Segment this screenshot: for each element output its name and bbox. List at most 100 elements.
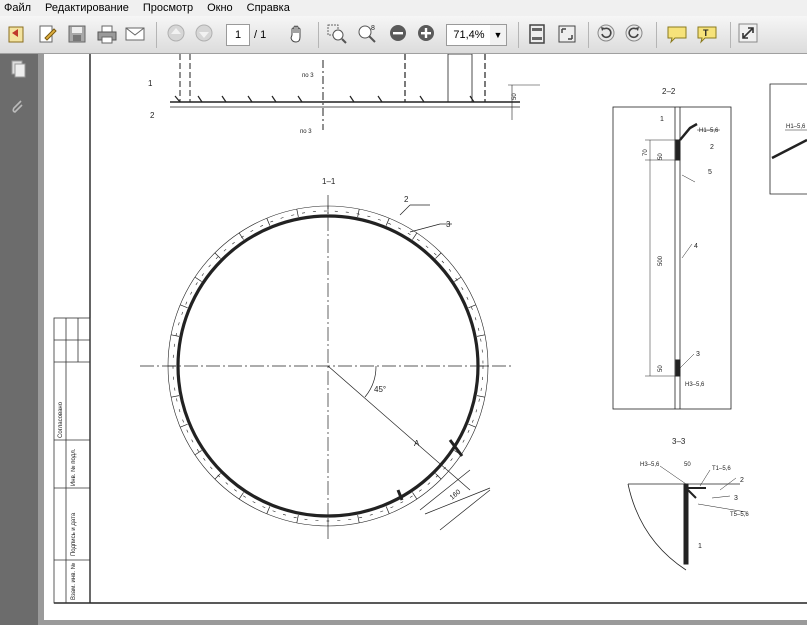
toolbar-separator <box>730 22 731 48</box>
dim-50: 50 <box>658 153 664 160</box>
ring-tick <box>477 334 485 337</box>
ring-tick <box>412 492 418 500</box>
next-page-icon[interactable] <box>194 23 218 47</box>
marquee-zoom-icon[interactable] <box>326 23 350 47</box>
label-5: 5 <box>708 169 712 176</box>
menu-file[interactable]: Файл <box>4 0 31 16</box>
weld-t1: Т1–5,6 <box>712 466 731 472</box>
toolbar: 1 / 1 8 71,4% ▼ T <box>0 16 807 54</box>
section-2-2 <box>612 106 732 410</box>
save-icon[interactable] <box>66 23 90 47</box>
attachments-panel-icon[interactable] <box>9 98 29 118</box>
svg-text:T: T <box>703 28 709 38</box>
toolbar-separator <box>588 22 589 48</box>
toolbar-separator <box>518 22 519 48</box>
label-3: 3 <box>734 495 738 502</box>
ring-tick <box>296 209 299 217</box>
ring-tick <box>477 395 485 398</box>
edit-document-icon[interactable] <box>36 23 60 47</box>
weld-t5: Т5–5,6 <box>730 512 749 518</box>
page-number-input[interactable]: 1 <box>226 24 250 46</box>
toolbar-separator <box>156 22 157 48</box>
menu-bar: Файл Редактирование Просмотр Окно Справк… <box>0 0 807 16</box>
label-3: 3 <box>446 220 451 229</box>
label-1: 1 <box>148 79 153 88</box>
weld-h3: Н3–5,6 <box>640 462 660 468</box>
dim-500: 500 <box>658 255 664 266</box>
stamp-label: Согласовано <box>58 401 64 438</box>
ring-tick <box>214 252 221 259</box>
ring-tick <box>357 515 360 523</box>
dim-50: 50 <box>684 462 691 468</box>
dynamic-zoom-icon[interactable]: 8 <box>356 23 380 47</box>
ring-tick <box>214 473 221 480</box>
section-title-2: 2–2 <box>662 87 676 96</box>
top-fragment <box>170 54 540 130</box>
label-4: 4 <box>694 243 698 250</box>
label-2: 2 <box>740 477 744 484</box>
label-1: 1 <box>698 543 702 550</box>
ring-tick <box>357 209 360 217</box>
weld-note: по 3 <box>302 73 314 79</box>
comment-icon[interactable] <box>666 23 690 47</box>
ring-tick <box>454 276 462 282</box>
dim-50: 50 <box>512 93 518 100</box>
rotate-counterclockwise-icon[interactable] <box>596 23 620 47</box>
dim-a-label: А <box>414 439 420 448</box>
menu-edit[interactable]: Редактирование <box>45 0 129 16</box>
previous-page-icon[interactable] <box>166 23 190 47</box>
text-highlight-icon[interactable]: T <box>696 23 720 47</box>
zoom-out-icon[interactable] <box>388 23 412 47</box>
drawing-page[interactable]: Согласовано Инв. № подл. Подпись и дата … <box>44 54 807 620</box>
weld-note: по 3 <box>300 129 312 135</box>
ring-tick <box>412 232 418 240</box>
ring-section <box>140 195 512 540</box>
technical-drawing: Согласовано Инв. № подл. Подпись и дата … <box>53 54 807 604</box>
create-pdf-icon[interactable] <box>6 23 30 47</box>
menu-help[interactable]: Справка <box>247 0 290 16</box>
ring-tick <box>435 252 442 259</box>
toolbar-separator <box>318 22 319 48</box>
dim-50: 50 <box>658 365 664 372</box>
pages-panel-icon[interactable] <box>9 60 29 80</box>
label-2: 2 <box>710 144 714 151</box>
stamp-label: Подпись и дата <box>71 512 77 556</box>
section-3-3 <box>627 465 747 571</box>
ring-tick <box>171 395 179 398</box>
rotate-clockwise-icon[interactable] <box>624 23 648 47</box>
email-icon[interactable] <box>124 23 148 47</box>
ring-tick <box>468 423 476 428</box>
zoom-in-icon[interactable] <box>416 23 440 47</box>
label-3: 3 <box>696 351 700 358</box>
label-2: 2 <box>150 111 155 120</box>
label-2: 2 <box>404 195 409 204</box>
ring-tick <box>194 276 202 282</box>
ring-tick <box>180 423 188 428</box>
fit-page-icon[interactable] <box>526 23 550 47</box>
ring-tick <box>385 218 390 226</box>
ring-tick <box>266 218 271 226</box>
top-fragment-ticks <box>174 95 475 103</box>
zoom-level-input[interactable]: 71,4% <box>446 24 492 46</box>
section-title-3: 3–3 <box>672 437 686 446</box>
partial-view-right <box>769 83 807 195</box>
weld-h1: Н1–5,6 <box>699 128 719 134</box>
expand-icon[interactable] <box>738 23 762 47</box>
weld-h1: Н1–5,6 <box>786 124 806 130</box>
stamp-label: Инв. № подл. <box>70 448 77 486</box>
full-screen-icon[interactable] <box>556 23 580 47</box>
svg-text:8: 8 <box>371 25 375 32</box>
ring-tick <box>385 506 390 514</box>
section-title-1: 1–1 <box>322 177 336 186</box>
navigation-sidebar <box>0 54 38 625</box>
page-total: / 1 <box>254 29 267 41</box>
menu-view[interactable]: Просмотр <box>143 0 193 16</box>
print-icon[interactable] <box>96 23 120 47</box>
hand-tool-icon[interactable] <box>286 23 310 47</box>
ring-tick <box>171 334 179 337</box>
stamp-label: Взам. инв. № <box>70 563 77 600</box>
zoom-dropdown-button[interactable]: ▼ <box>490 24 507 46</box>
angle-label: 45° <box>374 385 386 394</box>
menu-window[interactable]: Окно <box>207 0 233 16</box>
ring-tick <box>238 492 244 500</box>
